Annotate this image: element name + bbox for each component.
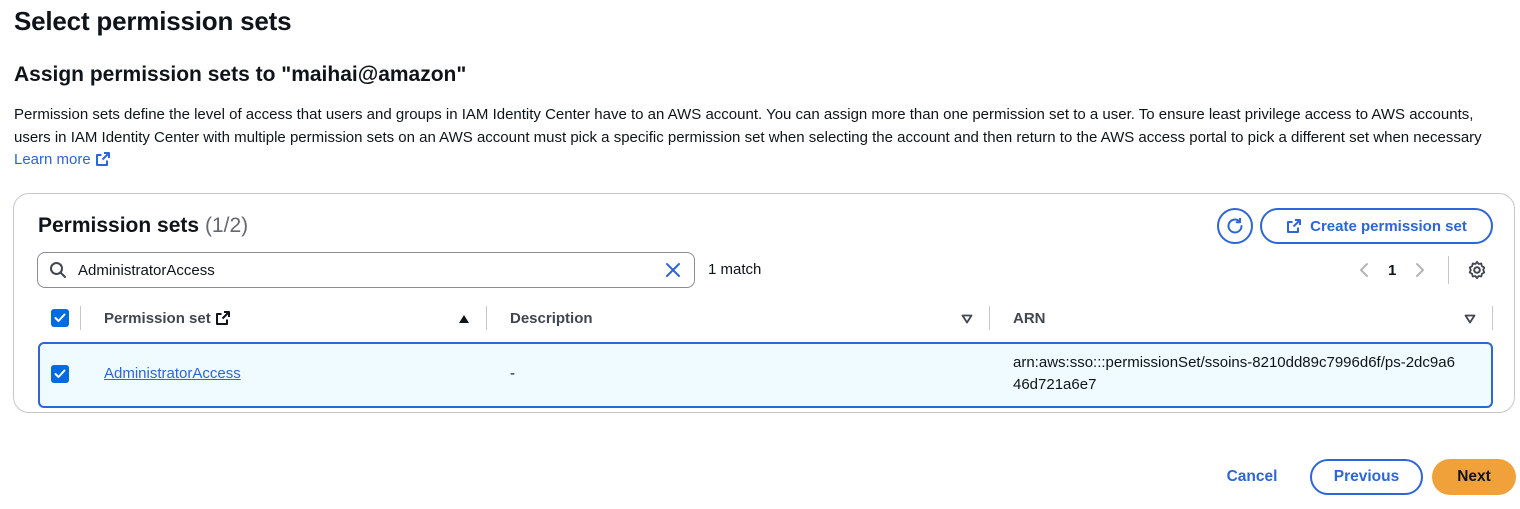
- chevron-left-icon[interactable]: [1358, 262, 1370, 278]
- permission-sets-panel: Permission sets (1/2) Create permission …: [13, 193, 1515, 413]
- checkbox-checked-icon: [51, 365, 69, 383]
- create-permission-set-button[interactable]: Create permission set: [1260, 208, 1493, 244]
- column-divider: [486, 306, 487, 330]
- intro-description: Permission sets define the level of acce…: [14, 104, 1514, 172]
- pager-divider: [1448, 256, 1450, 284]
- arn-cell: arn:aws:sso:::permissionSet/ssoins-8210d…: [1013, 354, 1455, 393]
- pagination: 1: [1358, 256, 1450, 284]
- previous-button[interactable]: Previous: [1310, 459, 1423, 495]
- external-link-icon: [215, 311, 230, 325]
- column-header-permission-set[interactable]: Permission set: [104, 298, 231, 338]
- column-divider: [989, 306, 990, 330]
- match-count: 1 match: [708, 261, 762, 278]
- search-input[interactable]: [78, 261, 662, 279]
- column-divider: [80, 306, 81, 330]
- select-all-checkbox[interactable]: [51, 298, 69, 338]
- page-number[interactable]: 1: [1388, 262, 1396, 279]
- table-header: Permission set Description ARN: [38, 298, 1493, 338]
- sort-desc-icon[interactable]: [1464, 314, 1476, 324]
- page-title: Select permission sets: [14, 6, 292, 36]
- external-link-icon: [95, 152, 110, 166]
- section-title: Assign permission sets to "maihai@amazon…: [14, 63, 467, 86]
- column-divider: [1492, 306, 1493, 330]
- table-row[interactable]: AdministratorAccess - arn:aws:sso:::perm…: [38, 342, 1493, 408]
- column-header-arn[interactable]: ARN: [1013, 298, 1046, 338]
- description-cell: -: [510, 365, 515, 382]
- chevron-right-icon[interactable]: [1414, 262, 1426, 278]
- learn-more-link[interactable]: Learn more: [14, 151, 111, 168]
- external-link-icon: [1287, 219, 1302, 233]
- search-icon: [48, 260, 68, 280]
- sort-asc-icon[interactable]: [458, 314, 470, 324]
- cancel-button[interactable]: Cancel: [1212, 459, 1292, 495]
- checkbox-checked-icon: [51, 309, 69, 327]
- clear-search-icon[interactable]: [662, 259, 684, 281]
- refresh-icon: [1227, 218, 1243, 234]
- selection-count: (1/2): [204, 214, 249, 237]
- settings-icon[interactable]: [1467, 260, 1487, 280]
- permission-set-link[interactable]: AdministratorAccess: [104, 365, 241, 382]
- create-button-label: Create permission set: [1310, 217, 1467, 235]
- search-field[interactable]: [37, 252, 695, 288]
- description-text: Permission sets define the level of acce…: [14, 106, 1482, 146]
- sort-desc-icon[interactable]: [961, 314, 973, 324]
- row-checkbox[interactable]: [51, 365, 69, 383]
- next-button[interactable]: Next: [1432, 459, 1516, 495]
- panel-title-text: Permission sets: [38, 214, 200, 237]
- panel-title: Permission sets (1/2): [38, 214, 248, 238]
- refresh-button[interactable]: [1217, 208, 1253, 244]
- column-header-description[interactable]: Description: [510, 298, 593, 338]
